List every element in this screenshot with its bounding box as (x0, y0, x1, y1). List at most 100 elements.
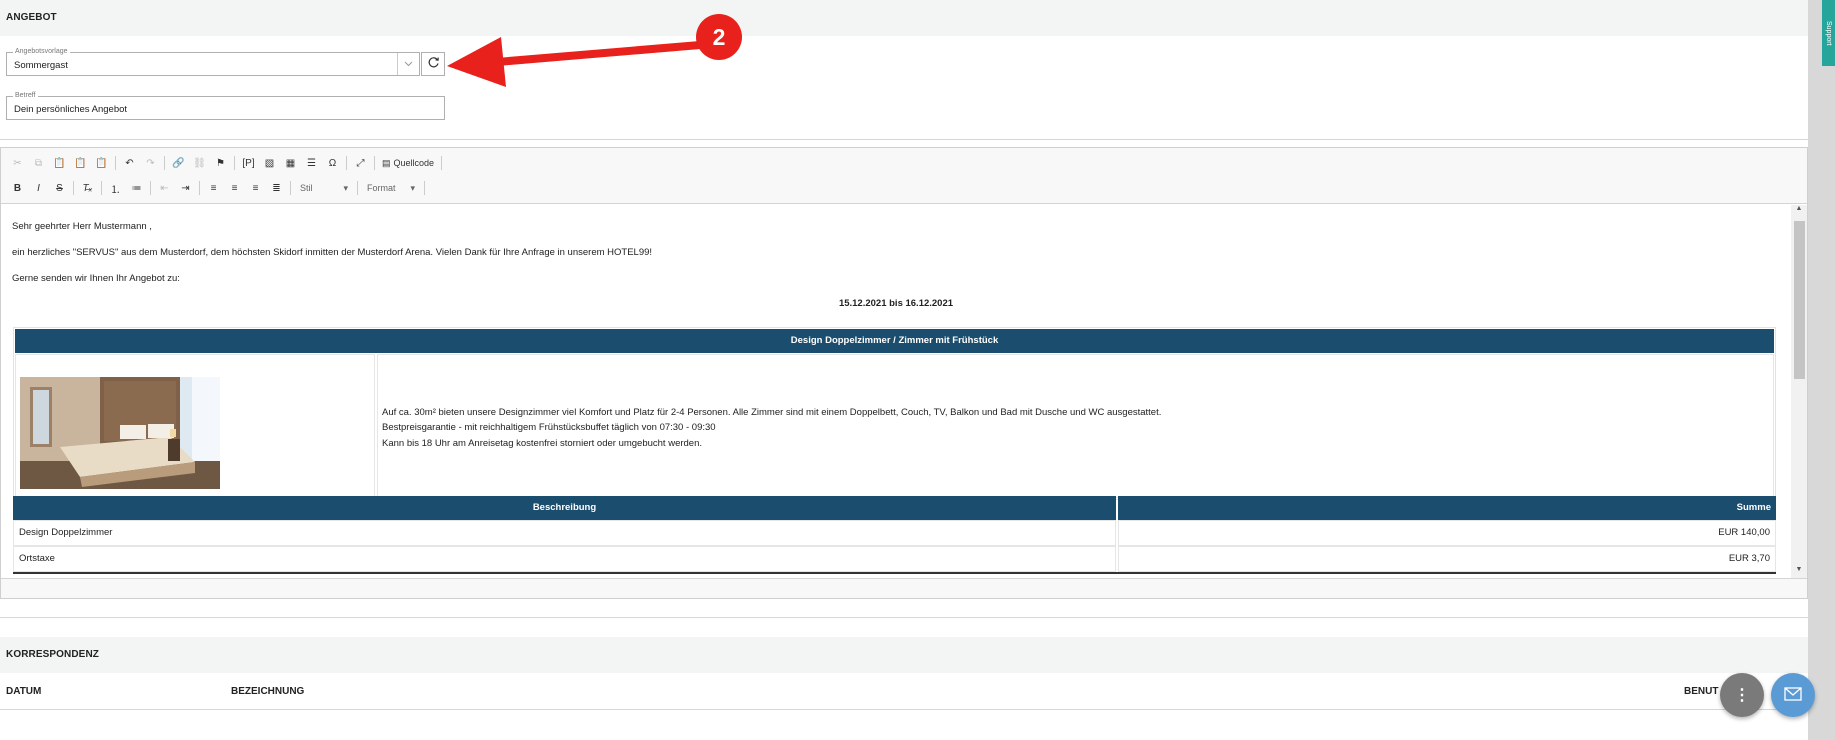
bold-icon[interactable]: B (7, 179, 28, 197)
numbered-list-icon[interactable]: ⒈ (105, 179, 126, 197)
placeholder-icon[interactable]: [P] (238, 154, 259, 172)
subject-input[interactable]: Betreff Dein persönliches Angebot (6, 91, 445, 120)
bulleted-list-icon[interactable]: ≔ (126, 179, 147, 197)
toolbar-separator (115, 156, 116, 170)
more-actions-button[interactable]: ⋮ (1720, 673, 1764, 717)
toolbar-separator (73, 181, 74, 195)
style-dropdown[interactable]: Stil ▾ (294, 179, 354, 197)
editor-scrollbar[interactable]: ▲ ▼ (1791, 205, 1807, 580)
row-description: Design Doppelzimmer (13, 520, 1116, 546)
room-header: Design Doppelzimmer / Zimmer mit Frühstü… (15, 329, 1774, 353)
image-icon[interactable]: ▧ (259, 154, 280, 172)
toolbar-separator (101, 181, 102, 195)
paste-icon[interactable]: 📋 (49, 154, 70, 172)
outdent-icon[interactable]: ⇤ (154, 179, 175, 197)
date-range: 15.12.2021 bis 16.12.2021 (838, 298, 954, 309)
offer-section-title: ANGEBOT (6, 12, 57, 23)
support-side-tab[interactable]: Support (1822, 0, 1835, 66)
redo-icon[interactable]: ↷ (140, 154, 161, 172)
main-page: ANGEBOT Angebotsvorlage Sommergast Betre… (0, 0, 1808, 740)
offer-section-header: ANGEBOT (0, 0, 1808, 36)
editor-status-bar (1, 578, 1807, 598)
align-left-icon[interactable]: ≡ (203, 179, 224, 197)
toolbar-separator (290, 181, 291, 195)
table-icon[interactable]: ▦ (280, 154, 301, 172)
copy-icon[interactable]: ⧉ (28, 154, 49, 172)
subject-input-value: Dein persönliches Angebot (14, 104, 128, 115)
scroll-up-icon[interactable]: ▲ (1791, 205, 1807, 219)
toolbar-separator (199, 181, 200, 195)
divider (0, 617, 1808, 618)
template-select[interactable]: Angebotsvorlage Sommergast (6, 47, 420, 76)
anchor-flag-icon[interactable]: ⚑ (210, 154, 231, 172)
toolbar-row-1: ✂ ⧉ 📋 📋 📋 ↶ ↷ 🔗 ⛓ ⚑ [P] ▧ ▦ ☰ Ω ⤢ ▤ Quel… (7, 153, 445, 173)
scrollbar-thumb[interactable] (1794, 221, 1805, 379)
cut-icon[interactable]: ✂ (7, 154, 28, 172)
letter-intro: ein herzliches "SERVUS" aus dem Musterdo… (12, 247, 653, 258)
col-date-header[interactable]: DATUM (6, 686, 41, 697)
room-body: Auf ca. 30m² bieten unsere Designzimmer … (15, 354, 1774, 498)
paste-text-icon[interactable]: 📋 (70, 154, 91, 172)
unlink-icon[interactable]: ⛓ (189, 154, 210, 172)
refresh-icon (427, 56, 440, 72)
send-mail-button[interactable] (1771, 673, 1815, 717)
col-user-header[interactable]: BENUT (1684, 686, 1718, 697)
format-dropdown[interactable]: Format ▾ (361, 179, 421, 197)
strikethrough-icon[interactable]: S (49, 179, 70, 197)
divider (0, 139, 1808, 140)
load-template-button[interactable] (421, 52, 445, 76)
caret-down-icon: ▾ (410, 182, 415, 193)
room-photo (20, 377, 220, 489)
align-right-icon[interactable]: ≡ (245, 179, 266, 197)
toolbar-separator (346, 156, 347, 170)
indent-icon[interactable]: ⇥ (175, 179, 196, 197)
letter-greeting: Sehr geehrter Herr Mustermann , (12, 221, 152, 232)
style-dropdown-label: Stil (300, 183, 313, 193)
divider (0, 709, 1808, 710)
caret-down-icon: ▾ (343, 182, 348, 193)
row-sum: EUR 140,00 (1118, 520, 1776, 546)
maximize-icon[interactable]: ⤢ (350, 154, 371, 172)
horizontal-line-icon[interactable]: ☰ (301, 154, 322, 172)
chevron-down-icon[interactable] (397, 53, 419, 75)
toolbar-separator (357, 181, 358, 195)
room-image-cell (15, 354, 375, 498)
format-dropdown-label: Format (367, 183, 396, 193)
paste-word-icon[interactable]: 📋 (91, 154, 112, 172)
special-char-icon[interactable]: Ω (322, 154, 343, 172)
toolbar-separator (441, 156, 443, 170)
italic-icon[interactable]: I (28, 179, 49, 197)
rich-text-editor: ✂ ⧉ 📋 📋 📋 ↶ ↷ 🔗 ⛓ ⚑ [P] ▧ ▦ ☰ Ω ⤢ ▤ Quel… (0, 147, 1808, 599)
source-button[interactable]: ▤ Quellcode (378, 154, 438, 172)
link-icon[interactable]: 🔗 (168, 154, 189, 172)
toolbar-separator (234, 156, 235, 170)
envelope-icon (1784, 686, 1802, 704)
subject-input-label: Betreff (13, 91, 38, 100)
toolbar-separator (374, 156, 375, 170)
more-vertical-icon: ⋮ (1734, 687, 1750, 704)
correspondence-section-header: KORRESPONDENZ (0, 637, 1808, 673)
price-table: Beschreibung Summe Design Doppelzimmer E… (13, 496, 1776, 574)
table-row: Ortstaxe EUR 3,70 (13, 546, 1776, 572)
col-description-header: Beschreibung (13, 496, 1116, 520)
right-gutter (1808, 0, 1835, 740)
align-center-icon[interactable]: ≡ (224, 179, 245, 197)
undo-icon[interactable]: ↶ (119, 154, 140, 172)
table-row: Design Doppelzimmer EUR 140,00 (13, 520, 1776, 546)
col-name-header[interactable]: BEZEICHNUNG (231, 686, 304, 697)
room-description-line: Bestpreisgarantie - mit reichhaltigem Fr… (382, 422, 716, 433)
letter-offer-intro: Gerne senden wir Ihnen Ihr Angebot zu: (12, 273, 180, 284)
room-table: Design Doppelzimmer / Zimmer mit Frühstü… (13, 327, 1776, 500)
source-icon: ▤ (382, 157, 391, 168)
toolbar-separator (150, 181, 151, 195)
editor-toolbar: ✂ ⧉ 📋 📋 📋 ↶ ↷ 🔗 ⛓ ⚑ [P] ▧ ▦ ☰ Ω ⤢ ▤ Quel… (1, 148, 1807, 204)
remove-format-icon[interactable]: T̶ₓ (77, 179, 98, 197)
align-justify-icon[interactable]: ≣ (266, 179, 287, 197)
editor-content[interactable]: Sehr geehrter Herr Mustermann , ein herz… (1, 205, 1791, 580)
toolbar-row-2: B I S T̶ₓ ⒈ ≔ ⇤ ⇥ ≡ ≡ ≡ ≣ Stil ▾ Format … (7, 178, 428, 198)
room-description-line: Auf ca. 30m² bieten unsere Designzimmer … (382, 407, 1162, 418)
room-description-cell: Auf ca. 30m² bieten unsere Designzimmer … (377, 354, 1774, 498)
col-sum-header: Summe (1118, 496, 1776, 520)
correspondence-title: KORRESPONDENZ (6, 649, 99, 660)
template-select-label: Angebotsvorlage (13, 47, 70, 56)
